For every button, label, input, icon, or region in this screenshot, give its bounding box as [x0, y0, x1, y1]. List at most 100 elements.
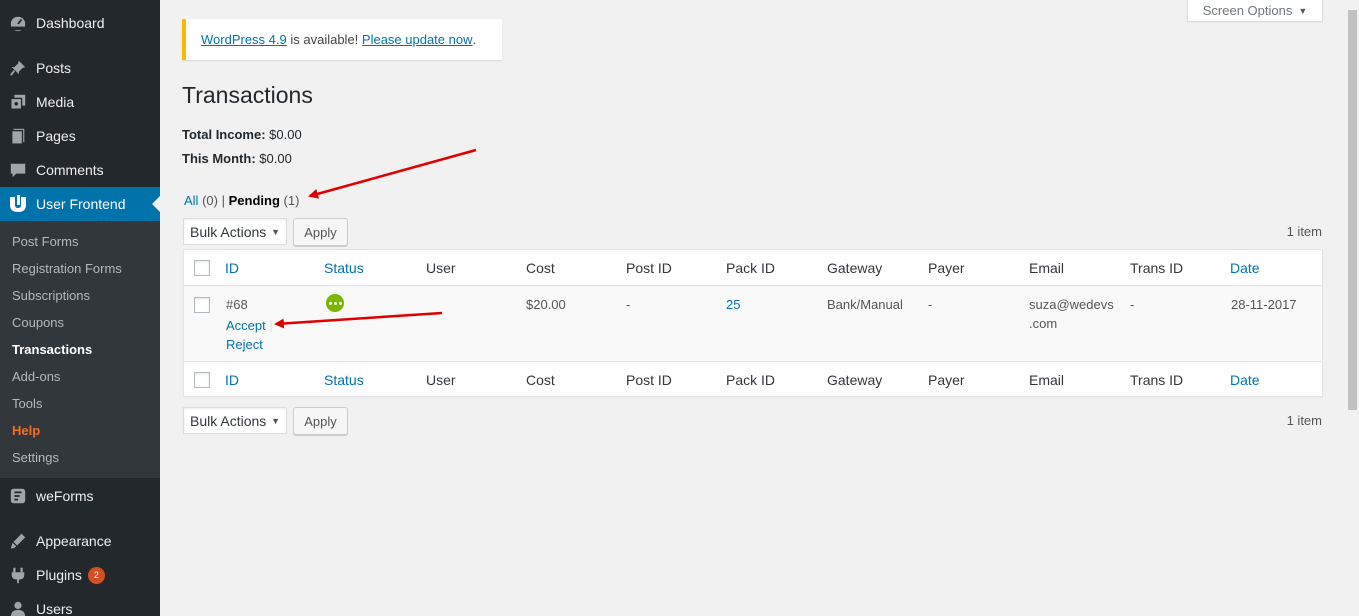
column-trans-id: Trans ID [1130, 260, 1184, 276]
this-month-label: This Month: [182, 151, 256, 166]
table-row: #68 Accept | Reject $20.00 - 25 Bank/Man… [184, 286, 1322, 361]
filter-pending[interactable]: Pending (1) [229, 193, 300, 208]
menu-label: Comments [36, 162, 104, 178]
menu-pages[interactable]: Pages [0, 119, 160, 153]
menu-label: Posts [36, 60, 72, 76]
column-post-id: Post ID [626, 372, 672, 388]
table-header: ID Status User Cost Post ID Pack ID Gate… [184, 250, 1322, 286]
row-post-id: - [626, 297, 631, 312]
scrollbar-thumb[interactable] [1348, 10, 1357, 410]
column-cost: Cost [526, 372, 555, 388]
menu-appearance[interactable]: Appearance [0, 524, 160, 558]
row-checkbox[interactable] [194, 297, 210, 313]
caret-down-icon: ▼ [271, 415, 280, 426]
filter-all-label: All [184, 193, 199, 208]
total-income-value: $0.00 [265, 127, 302, 142]
select-all-checkbox[interactable] [194, 260, 210, 276]
column-status[interactable]: Status [324, 372, 364, 388]
column-date[interactable]: Date [1230, 372, 1260, 388]
submenu-registration-forms[interactable]: Registration Forms [12, 259, 122, 279]
select-all-checkbox-footer[interactable] [194, 372, 210, 388]
menu-label: User Frontend [36, 196, 126, 212]
submenu-transactions[interactable]: Transactions [12, 340, 92, 360]
column-id[interactable]: ID [225, 260, 239, 276]
items-count-bottom: 1 item [1286, 413, 1322, 428]
apply-button-bottom[interactable]: Apply [293, 407, 348, 435]
submenu-add-ons[interactable]: Add-ons [12, 367, 60, 387]
menu-dashboard[interactable]: Dashboard [0, 6, 160, 40]
notice-text: is available! [286, 32, 362, 47]
bulk-actions-select-top[interactable]: Bulk Actions ▼ [183, 218, 287, 245]
column-user: User [426, 372, 456, 388]
bulk-actions-label: Bulk Actions [190, 223, 267, 240]
items-count-top: 1 item [1286, 224, 1322, 239]
filter-all-count: (0) [202, 193, 218, 208]
submenu-settings[interactable]: Settings [12, 448, 59, 468]
menu-label: Media [36, 94, 75, 110]
submenu-help[interactable]: Help [12, 421, 40, 441]
table-footer: ID Status User Cost Post ID Pack ID Gate… [184, 361, 1322, 397]
row-date: 28-11-2017 [1231, 297, 1297, 312]
menu-label: Pages [36, 128, 76, 144]
menu-users[interactable]: Users [0, 592, 160, 616]
filter-all[interactable]: All (0) [184, 193, 218, 208]
pending-status-icon [326, 294, 344, 312]
menu-label: Plugins [36, 567, 82, 583]
weforms-icon [0, 487, 36, 505]
accept-link[interactable]: Accept [226, 318, 266, 333]
plug-icon [0, 566, 36, 584]
row-actions: Accept | [226, 318, 273, 333]
bulk-actions-select-bottom[interactable]: Bulk Actions ▼ [183, 407, 287, 434]
menu-label: Dashboard [36, 15, 105, 31]
column-cost: Cost [526, 260, 555, 276]
menu-label: Users [36, 601, 73, 616]
menu-user-frontend[interactable]: User Frontend [0, 187, 160, 221]
menu-weforms[interactable]: weForms [0, 479, 160, 513]
reject-link[interactable]: Reject [226, 337, 263, 352]
transactions-table: ID Status User Cost Post ID Pack ID Gate… [183, 249, 1323, 397]
submenu-coupons[interactable]: Coupons [12, 313, 64, 333]
row-cost: $20.00 [526, 297, 566, 312]
notice-tail: . [472, 32, 477, 47]
this-month-value: $0.00 [255, 151, 292, 166]
brush-icon [0, 532, 36, 550]
wordpress-version-link[interactable]: WordPress 4.9 [201, 32, 287, 47]
admin-sidebar: Dashboard Posts Media Pages Comments Use… [0, 0, 160, 616]
screen-options-label: Screen Options [1202, 3, 1293, 18]
caret-down-icon: ▼ [271, 226, 280, 237]
column-trans-id: Trans ID [1130, 372, 1184, 388]
submenu-post-forms[interactable]: Post Forms [12, 232, 78, 252]
submenu-subscriptions[interactable]: Subscriptions [12, 286, 90, 306]
menu-posts[interactable]: Posts [0, 51, 160, 85]
menu-plugins[interactable]: Plugins 2 [0, 558, 160, 592]
caret-down-icon: ▼ [1298, 5, 1308, 16]
column-id[interactable]: ID [225, 372, 239, 388]
row-action-separator: | [269, 318, 273, 333]
column-status[interactable]: Status [324, 260, 364, 276]
column-post-id: Post ID [626, 260, 672, 276]
total-income-label: Total Income: [182, 127, 266, 142]
row-email-line1: suza@wedevs [1029, 297, 1114, 312]
update-now-link[interactable]: Please update now [362, 32, 473, 47]
column-email: Email [1029, 372, 1065, 388]
column-pack-id: Pack ID [726, 260, 776, 276]
menu-media[interactable]: Media [0, 85, 160, 119]
column-date[interactable]: Date [1230, 260, 1260, 276]
screen-options-button[interactable]: Screen Options ▼ [1187, 0, 1323, 22]
filter-pending-label: Pending [228, 193, 280, 208]
current-menu-arrow [152, 196, 160, 212]
row-pack-id-link[interactable]: 25 [726, 297, 740, 312]
total-income: Total Income: $0.00 [182, 127, 302, 142]
page-scrollbar[interactable] [1347, 0, 1359, 616]
row-payer: - [928, 297, 933, 312]
menu-comments[interactable]: Comments [0, 153, 160, 187]
column-pack-id: Pack ID [726, 372, 776, 388]
comment-icon [0, 161, 36, 179]
submenu-tools[interactable]: Tools [12, 394, 42, 414]
apply-button-top[interactable]: Apply [293, 218, 348, 246]
filter-separator: | [221, 193, 225, 208]
row-id: #68 [226, 297, 248, 312]
arrow-to-pending-filter [308, 148, 477, 199]
column-payer: Payer [928, 372, 965, 388]
this-month: This Month: $0.00 [182, 151, 292, 166]
